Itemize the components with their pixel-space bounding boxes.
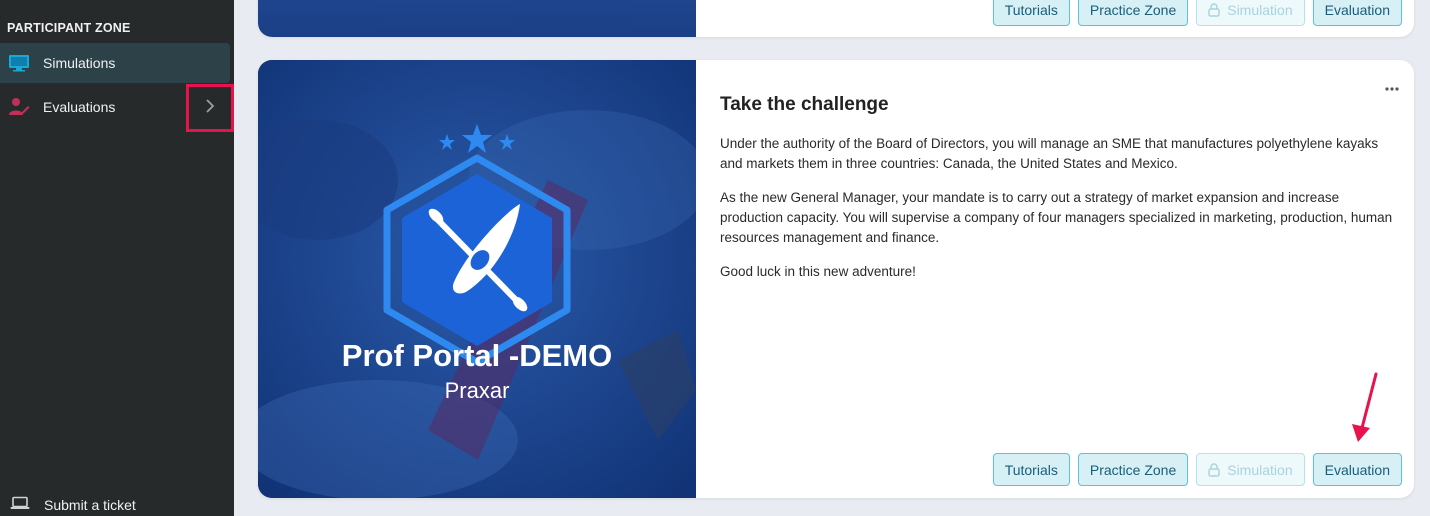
card-description-1: Under the authority of the Board of Dire…: [720, 136, 1379, 171]
simulation-button-label: Simulation: [1227, 461, 1293, 478]
monitor-icon: [8, 52, 30, 74]
simulation-card: Prof Portal -DEMO Praxar Take the challe…: [258, 60, 1414, 498]
simulation-button[interactable]: Simulation: [1196, 453, 1305, 486]
practice-zone-button[interactable]: Practice Zone: [1077, 0, 1189, 26]
prof-portal-logo: [258, 60, 696, 498]
simulation-button-label: Simulation: [1227, 1, 1293, 18]
practice-zone-button[interactable]: Practice Zone: [1077, 453, 1189, 486]
simulation-button[interactable]: Simulation: [1196, 0, 1305, 26]
chevron-right-icon: [205, 98, 215, 119]
expand-evaluations-button[interactable]: [186, 84, 234, 132]
card-description-3: Good luck in this new adventure!: [720, 264, 916, 279]
sidebar-item-label: Evaluations: [43, 99, 116, 115]
tutorials-button[interactable]: Tutorials: [992, 453, 1070, 486]
sidebar-item-simulations[interactable]: Simulations: [0, 43, 230, 83]
user-edit-icon: [8, 96, 30, 118]
card-content: Take the challenge Under the authority o…: [720, 60, 1414, 498]
card-cover-image: [258, 0, 696, 37]
card-description-2: As the new General Manager, your mandate…: [720, 190, 1393, 245]
sidebar: PARTICIPANT ZONE Simulations Evaluations…: [0, 0, 234, 516]
card-image-title: Prof Portal -DEMO: [341, 338, 613, 373]
card-action-buttons: Tutorials Practice Zone Simulation Evalu…: [992, 0, 1402, 26]
evaluation-button[interactable]: Evaluation: [1312, 453, 1402, 486]
card-image-subtitle: Praxar: [444, 378, 510, 403]
laptop-icon: [10, 496, 30, 515]
sidebar-section-title: PARTICIPANT ZONE: [7, 21, 131, 35]
card-title: Take the challenge: [720, 94, 889, 115]
lock-icon: [1208, 2, 1220, 17]
evaluation-button[interactable]: Evaluation: [1312, 0, 1402, 26]
simulation-card-previous: Tutorials Practice Zone Simulation Evalu…: [258, 0, 1414, 37]
annotation-arrow-icon: [1340, 370, 1380, 450]
more-options-icon[interactable]: [1385, 78, 1399, 96]
sidebar-item-label: Simulations: [43, 55, 116, 71]
tutorials-button[interactable]: Tutorials: [992, 0, 1070, 26]
submit-ticket-link[interactable]: Submit a ticket: [0, 494, 136, 516]
submit-ticket-label: Submit a ticket: [44, 497, 136, 513]
card-action-buttons: Tutorials Practice Zone Simulation Evalu…: [992, 453, 1402, 486]
lock-icon: [1208, 462, 1220, 477]
